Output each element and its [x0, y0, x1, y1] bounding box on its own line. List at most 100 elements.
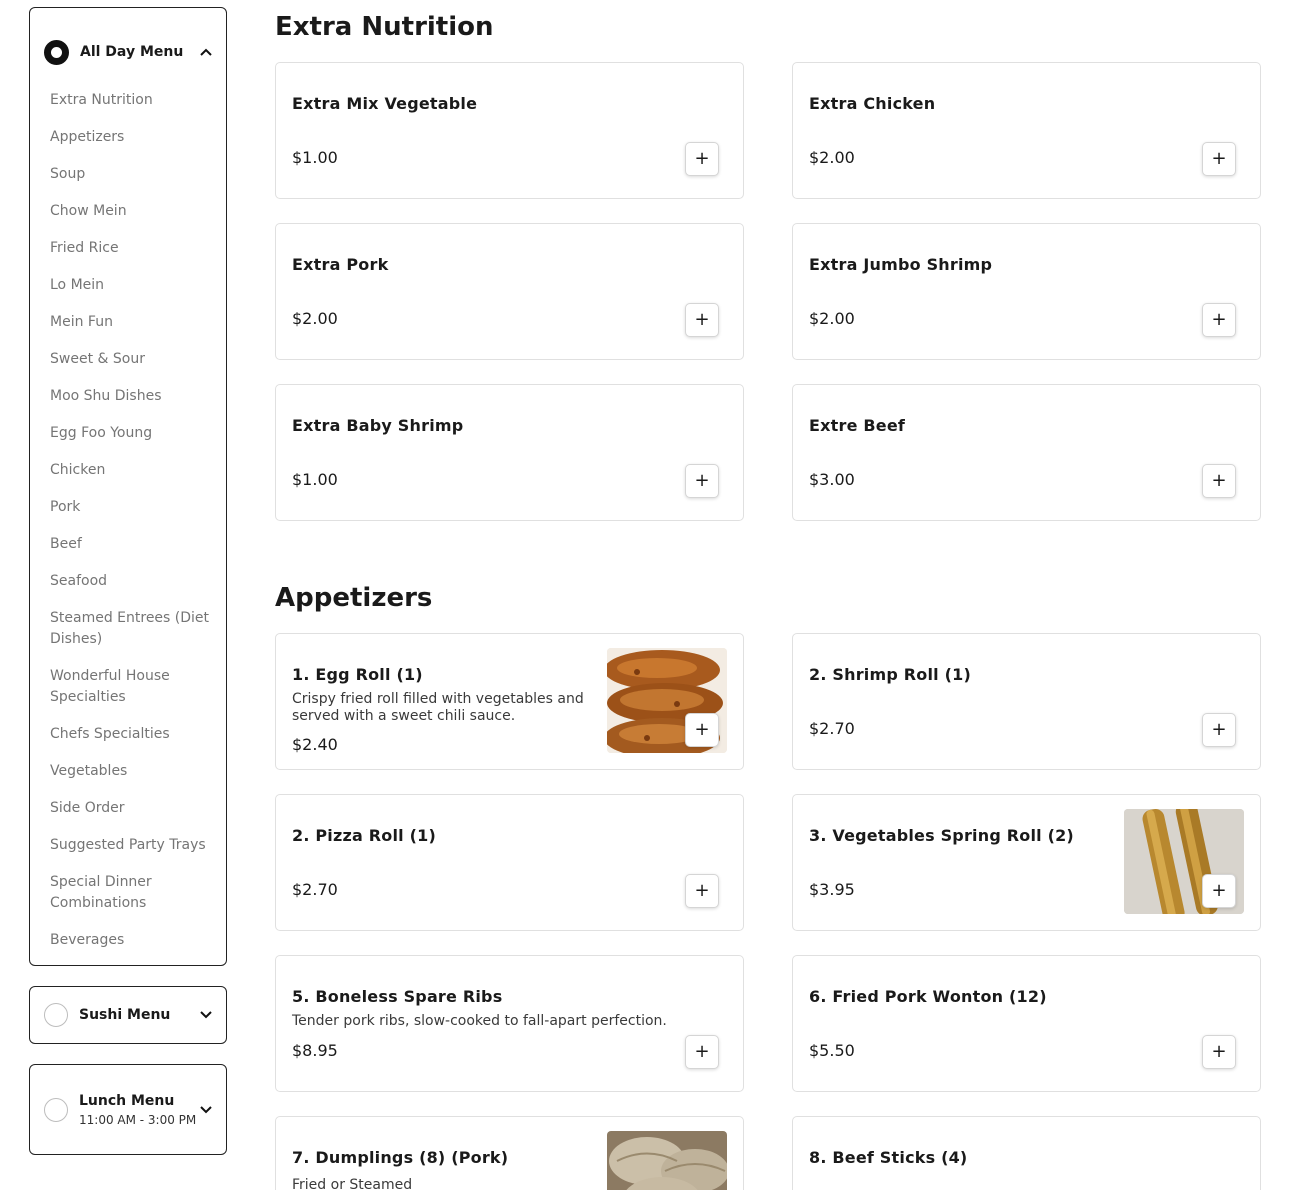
category-link[interactable]: Pork [50, 489, 216, 526]
section-title-extra-nutrition: Extra Nutrition [275, 12, 494, 42]
item-price: $3.00 [809, 470, 855, 489]
item-name: Extra Mix Vegetable [292, 94, 478, 113]
add-item-button[interactable]: + [685, 1035, 719, 1069]
menu-item-card[interactable]: Extra Mix Vegetable $1.00 + [275, 62, 744, 199]
item-name: 2. Pizza Roll (1) [292, 826, 436, 845]
category-link[interactable]: Chefs Specialties [50, 716, 216, 753]
menu-sidebar: All Day Menu Extra Nutrition Appetizers … [29, 7, 227, 1155]
lunch-menu-hours: 11:00 AM - 3:00 PM [79, 1112, 197, 1127]
item-name: 6. Fried Pork Wonton (12) [809, 987, 1047, 1006]
menu-item-card[interactable]: Extra Jumbo Shrimp $2.00 + [792, 223, 1261, 360]
category-link[interactable]: Egg Foo Young [50, 415, 216, 452]
section-title-appetizers: Appetizers [275, 583, 433, 613]
category-link[interactable]: Steamed Entrees (Diet Dishes) [50, 600, 216, 658]
category-link[interactable]: Wonderful House Specialties [50, 658, 216, 716]
appetizers-grid-continued: 7. Dumplings (8) (Pork) Fried or Steamed… [275, 1116, 1261, 1190]
menu-item-card[interactable]: Extra Pork $2.00 + [275, 223, 744, 360]
all-day-menu-title: All Day Menu [80, 43, 184, 60]
lunch-menu-header[interactable]: Lunch Menu 11:00 AM - 3:00 PM [30, 1065, 226, 1154]
category-link[interactable]: Appetizers [50, 119, 216, 156]
chevron-down-icon[interactable] [200, 1009, 212, 1021]
add-item-button[interactable]: + [1202, 142, 1236, 176]
menu-item-card[interactable]: 7. Dumplings (8) (Pork) Fried or Steamed [275, 1116, 744, 1190]
menu-item-card[interactable]: 1. Egg Roll (1) Crispy fried roll filled… [275, 633, 744, 770]
category-link[interactable]: Special Dinner Combinations [50, 864, 216, 922]
sushi-menu-panel[interactable]: Sushi Menu [29, 986, 227, 1044]
menu-item-card[interactable]: 8. Beef Sticks (4) [792, 1116, 1261, 1190]
appetizers-grid: 1. Egg Roll (1) Crispy fried roll filled… [275, 633, 1261, 1092]
add-item-button[interactable]: + [685, 142, 719, 176]
category-link[interactable]: Suggested Party Trays [50, 827, 216, 864]
menu-item-card[interactable]: 5. Boneless Spare Ribs Tender pork ribs,… [275, 955, 744, 1092]
item-price: $5.50 [809, 1041, 855, 1060]
lunch-menu-title: Lunch Menu 11:00 AM - 3:00 PM [79, 1091, 200, 1129]
menu-content: Extra Nutrition Extra Mix Vegetable $1.0… [275, 0, 1261, 1190]
all-day-menu-panel: All Day Menu Extra Nutrition Appetizers … [29, 7, 227, 966]
menu-item-card[interactable]: Extre Beef $3.00 + [792, 384, 1261, 521]
item-price: $1.00 [292, 470, 338, 489]
lunch-menu-name: Lunch Menu [79, 1092, 175, 1109]
item-name: 1. Egg Roll (1) [292, 665, 423, 684]
add-item-button[interactable]: + [1202, 303, 1236, 337]
menu-item-card[interactable]: 3. Vegetables Spring Roll (2) $3.95 + [792, 794, 1261, 931]
add-item-button[interactable]: + [685, 713, 719, 747]
item-name: Extra Jumbo Shrimp [809, 255, 993, 274]
item-price: $8.95 [292, 1041, 338, 1060]
item-name: 7. Dumplings (8) (Pork) [292, 1148, 509, 1167]
category-list: Extra Nutrition Appetizers Soup Chow Mei… [30, 82, 226, 965]
add-item-button[interactable]: + [1202, 464, 1236, 498]
item-name: Extra Baby Shrimp [292, 416, 464, 435]
category-link[interactable]: Sweet & Sour [50, 341, 216, 378]
item-price: $3.95 [809, 880, 855, 899]
category-link[interactable]: Lo Mein [50, 267, 216, 304]
item-name: Extra Chicken [809, 94, 936, 113]
item-price: $2.40 [292, 735, 338, 754]
all-day-menu-radio[interactable] [44, 39, 69, 65]
extra-nutrition-grid: Extra Mix Vegetable $1.00 + Extra Chicke… [275, 62, 1261, 521]
menu-item-card[interactable]: 2. Pizza Roll (1) $2.70 + [275, 794, 744, 931]
add-item-button[interactable]: + [685, 464, 719, 498]
sushi-menu-header[interactable]: Sushi Menu [30, 987, 226, 1043]
add-item-button[interactable]: + [1202, 874, 1236, 908]
menu-item-card[interactable]: Extra Chicken $2.00 + [792, 62, 1261, 199]
item-name: 3. Vegetables Spring Roll (2) [809, 826, 1074, 845]
category-link[interactable]: Chow Mein [50, 193, 216, 230]
item-price: $1.00 [292, 148, 338, 167]
menu-item-card[interactable]: 2. Shrimp Roll (1) $2.70 + [792, 633, 1261, 770]
category-link[interactable]: Moo Shu Dishes [50, 378, 216, 415]
item-name: 5. Boneless Spare Ribs [292, 987, 503, 1006]
all-day-menu-header[interactable]: All Day Menu [30, 8, 226, 82]
category-link[interactable]: Mein Fun [50, 304, 216, 341]
item-name: Extre Beef [809, 416, 906, 435]
chevron-up-icon[interactable] [200, 46, 212, 58]
add-item-button[interactable]: + [685, 874, 719, 908]
category-link[interactable]: Fried Rice [50, 230, 216, 267]
category-link[interactable]: Beef [50, 526, 216, 563]
item-description: Tender pork ribs, slow-cooked to fall-ap… [292, 1013, 667, 1029]
item-name: Extra Pork [292, 255, 389, 274]
item-price: $2.70 [292, 880, 338, 899]
item-price: $2.00 [292, 309, 338, 328]
add-item-button[interactable]: + [685, 303, 719, 337]
add-item-button[interactable]: + [1202, 713, 1236, 747]
item-description: Fried or Steamed [292, 1177, 413, 1190]
add-item-button[interactable]: + [1202, 1035, 1236, 1069]
category-link[interactable]: Vegetables [50, 753, 216, 790]
item-price: $2.00 [809, 309, 855, 328]
item-price: $2.70 [809, 719, 855, 738]
category-link[interactable]: Extra Nutrition [50, 82, 216, 119]
sushi-menu-radio[interactable] [44, 1003, 68, 1027]
lunch-menu-panel[interactable]: Lunch Menu 11:00 AM - 3:00 PM [29, 1064, 227, 1155]
menu-item-card[interactable]: Extra Baby Shrimp $1.00 + [275, 384, 744, 521]
chevron-down-icon[interactable] [200, 1104, 212, 1116]
category-link[interactable]: Soup [50, 156, 216, 193]
category-link[interactable]: Chicken [50, 452, 216, 489]
sushi-menu-title: Sushi Menu [79, 1006, 171, 1023]
menu-item-card[interactable]: 6. Fried Pork Wonton (12) $5.50 + [792, 955, 1261, 1092]
category-link[interactable]: Beverages [50, 922, 216, 959]
category-link[interactable]: Seafood [50, 563, 216, 600]
lunch-menu-radio[interactable] [44, 1097, 68, 1122]
dumplings-photo [607, 1131, 727, 1190]
category-link[interactable]: Side Order [50, 790, 216, 827]
item-name: 2. Shrimp Roll (1) [809, 665, 971, 684]
